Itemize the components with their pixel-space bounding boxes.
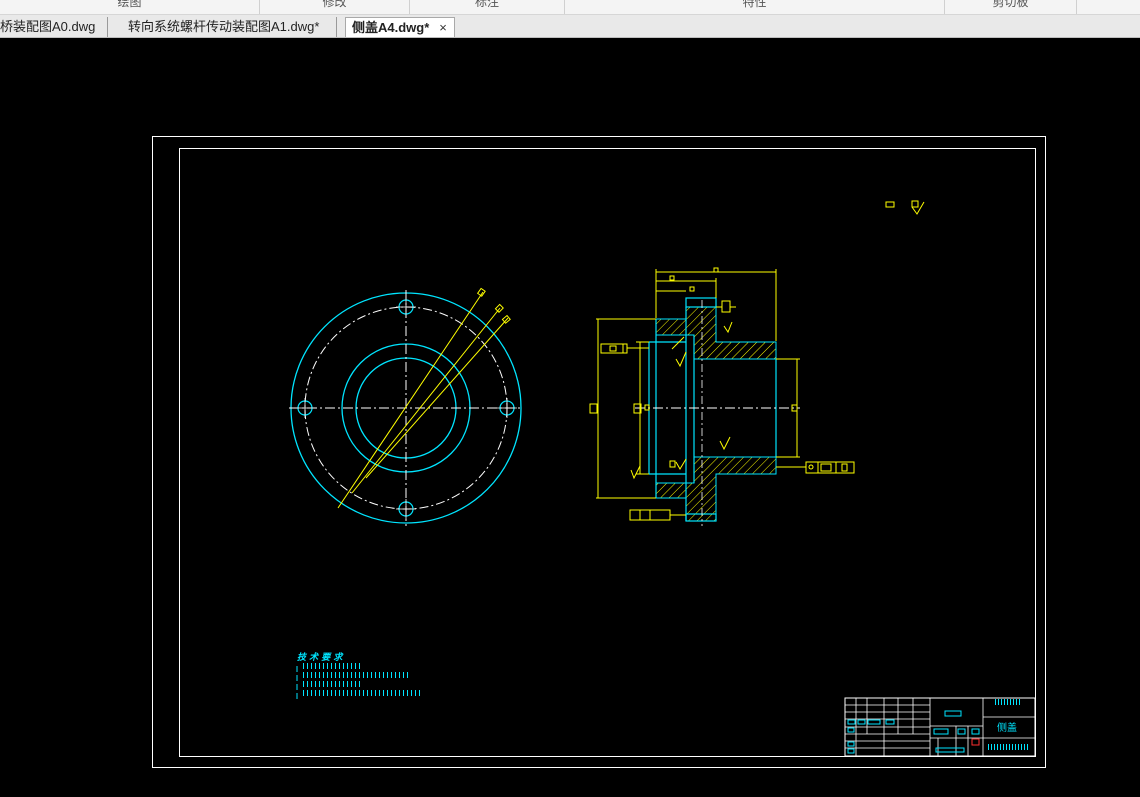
title-block: 侧盖 — [844, 697, 1036, 757]
close-icon[interactable]: × — [439, 20, 447, 35]
cad-drawing: 技 术 要 求 侧盖 — [152, 136, 1046, 768]
ribbon-group-label: 标注 — [474, 0, 499, 9]
file-tab-label: 转向系统螺杆传动装配图A1.dwg* — [128, 19, 320, 34]
ribbon-group-properties[interactable]: 特性 — [565, 0, 945, 14]
tech-requirements-title: 技 术 要 求 — [297, 652, 344, 663]
ribbon-group-label: 特性 — [742, 0, 767, 9]
file-tab-bridge-assembly[interactable]: 桥装配图A0.dwg — [0, 17, 108, 37]
ribbon-group-clipboard[interactable]: 剪切板 — [945, 0, 1077, 14]
ribbon-group-label: 修改 — [322, 0, 347, 9]
file-tab-label: 桥装配图A0.dwg — [0, 19, 96, 34]
section-view — [589, 267, 855, 526]
title-block-part-name: 侧盖 — [997, 721, 1017, 734]
ribbon-group-annotate[interactable]: 标注 — [410, 0, 565, 14]
file-tab-label: 侧盖A4.dwg* — [352, 20, 430, 35]
ribbon-panel-titles: 绘图 修改 标注 特性 剪切板 — [0, 0, 1140, 15]
roughness-symbol — [885, 200, 925, 215]
diameter-leaders — [337, 287, 511, 509]
ribbon-group-label: 剪切板 — [992, 0, 1029, 9]
drawing-canvas[interactable]: 技 术 要 求 侧盖 — [0, 38, 1140, 797]
ribbon-group-label: 绘图 — [117, 0, 142, 9]
file-tab-side-cover[interactable]: 侧盖A4.dwg* × — [345, 17, 455, 37]
section-dimensions — [589, 267, 855, 521]
ribbon-group-draw[interactable]: 绘图 — [0, 0, 260, 14]
file-tab-steering-screw[interactable]: 转向系统螺杆传动装配图A1.dwg* — [122, 17, 337, 37]
front-view — [289, 287, 523, 526]
ribbon-group-modify[interactable]: 修改 — [260, 0, 410, 14]
file-tab-bar: 桥装配图A0.dwg 转向系统螺杆传动装配图A1.dwg* 侧盖A4.dwg* × — [0, 15, 1140, 38]
technical-requirements: 技 术 要 求 — [296, 652, 423, 699]
sheet-outer-border — [152, 136, 1046, 768]
